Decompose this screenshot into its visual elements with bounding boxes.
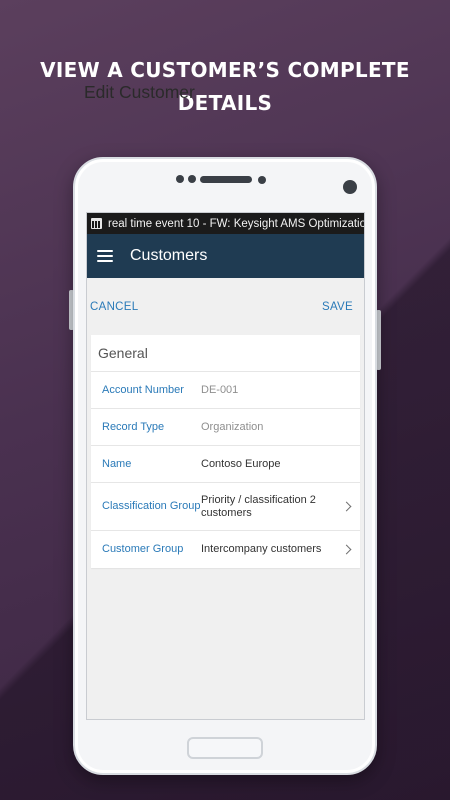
field-row-account-number[interactable]: Account Number DE-001 (91, 372, 360, 409)
general-section-card: General Account Number DE-001 Record Typ… (91, 335, 360, 568)
app-title: Customers (130, 247, 208, 264)
edit-header: CANCEL SAVE (87, 278, 364, 335)
sensor-dot (258, 176, 266, 184)
chevron-right-icon[interactable] (341, 501, 352, 512)
phone-camera (343, 180, 357, 194)
field-value: Contoso Europe (201, 457, 281, 470)
status-bar: real time event 10 - FW: Keysight AMS Op… (87, 213, 364, 234)
promo-headline: VIEW A CUSTOMER’S COMPLETE DETAILS (0, 54, 450, 120)
phone-sensors (176, 175, 196, 183)
field-row-name[interactable]: Name Contoso Europe (91, 446, 360, 483)
section-title: General (91, 335, 360, 372)
app-bar: Customers (87, 234, 364, 278)
cancel-button[interactable]: CANCEL (90, 301, 138, 313)
field-label: Classification Group (102, 500, 201, 512)
promo-headline-line-2: DETAILS (177, 91, 273, 115)
sensor-dot (176, 175, 184, 183)
sensor-dot (188, 175, 196, 183)
field-label: Name (102, 457, 132, 470)
promo-headline-line-1: VIEW A CUSTOMER’S COMPLETE (40, 58, 410, 82)
field-value: Priority / classification 2 customers (201, 493, 316, 519)
field-label: Record Type (102, 420, 165, 433)
chevron-right-icon[interactable] (341, 544, 352, 555)
field-value: Organization (201, 420, 264, 433)
phone-screen: real time event 10 - FW: Keysight AMS Op… (86, 212, 365, 720)
edit-customer-title: Edit Customer (84, 82, 195, 102)
field-row-customer-group[interactable]: Customer Group Intercompany customers (91, 531, 360, 568)
save-button[interactable]: SAVE (322, 301, 353, 313)
field-label: Account Number (102, 383, 184, 396)
field-value: DE-001 (201, 383, 239, 396)
field-row-record-type[interactable]: Record Type Organization (91, 409, 360, 446)
hamburger-menu-icon[interactable] (97, 250, 113, 262)
calendar-icon (91, 218, 102, 229)
status-notification-text: real time event 10 - FW: Keysight AMS Op… (108, 217, 364, 230)
field-value: Intercompany customers (201, 543, 322, 555)
field-label: Customer Group (102, 543, 184, 555)
field-row-classification-group[interactable]: Classification Group Priority / classifi… (91, 483, 360, 531)
phone-speaker (200, 176, 252, 183)
phone-home-button[interactable] (187, 737, 263, 759)
